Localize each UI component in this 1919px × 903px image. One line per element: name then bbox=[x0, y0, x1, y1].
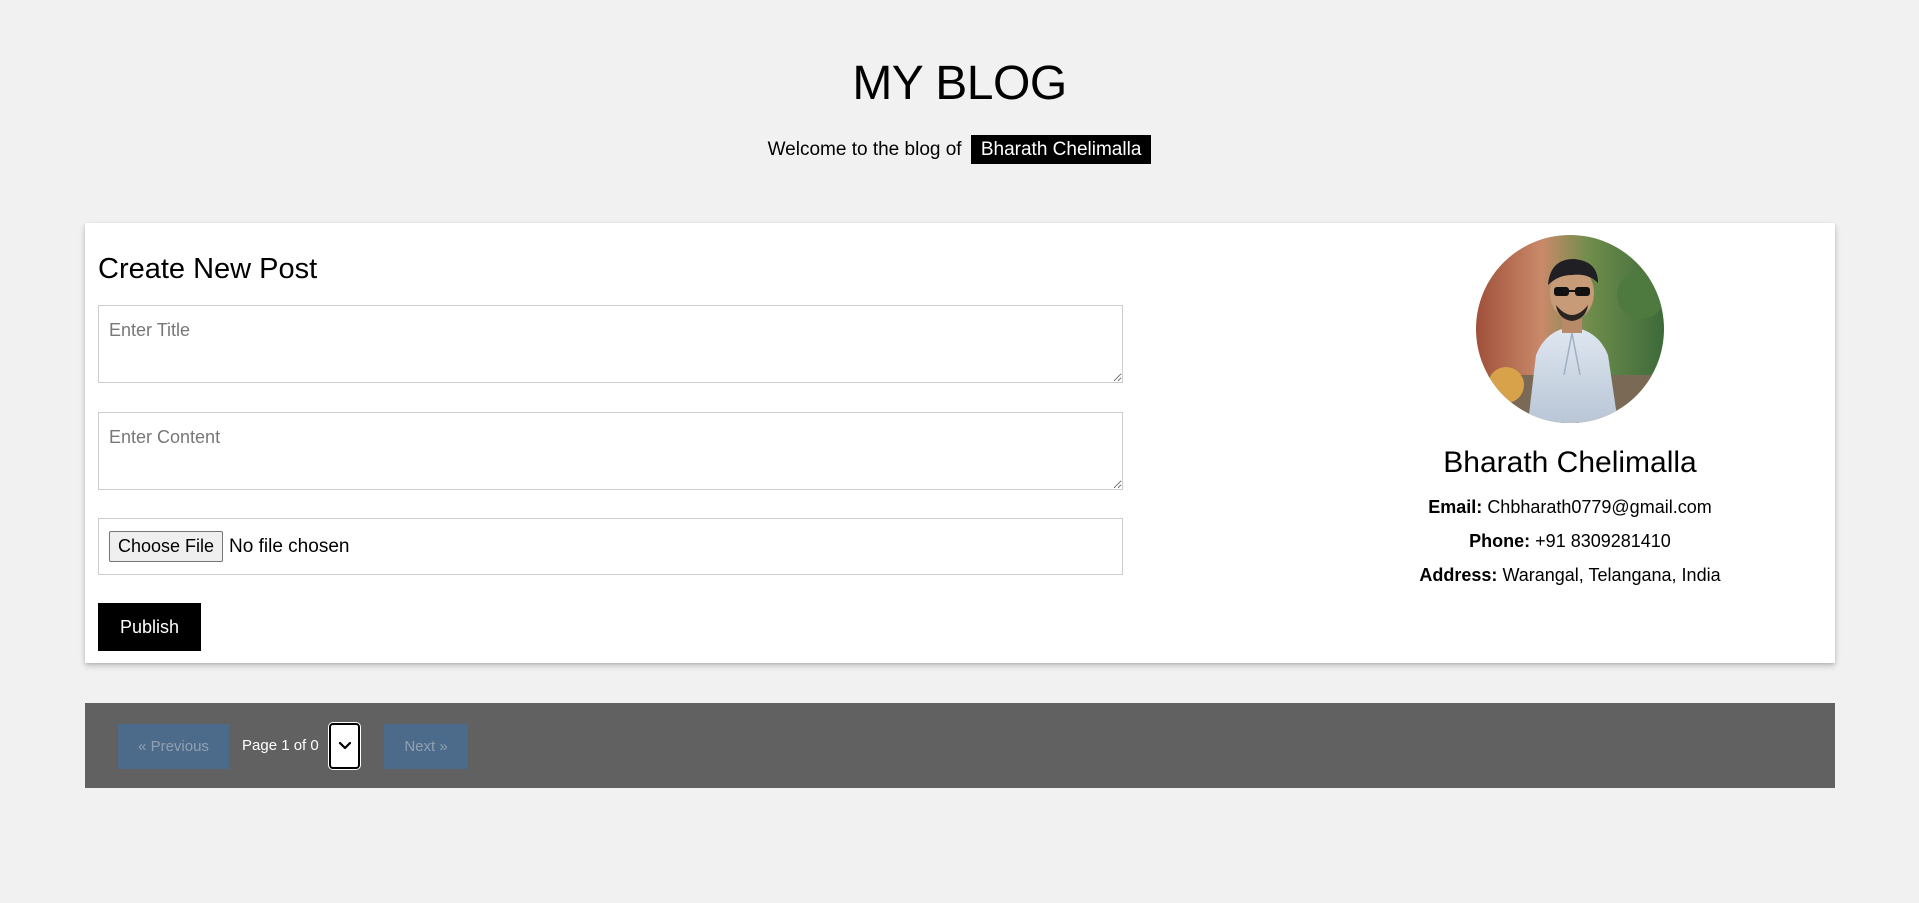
profile-email-row: Email: Chbharath0779@gmail.com bbox=[1250, 495, 1890, 519]
main-card: Create New Post Choose File No file chos… bbox=[85, 223, 1835, 663]
file-status-text: No file chosen bbox=[229, 535, 350, 557]
post-content-input[interactable] bbox=[98, 412, 1123, 490]
choose-file-button[interactable]: Choose File bbox=[109, 531, 224, 562]
welcome-text: Welcome to the blog of bbox=[767, 139, 962, 160]
welcome-line: Welcome to the blog of Bharath Chelimall… bbox=[0, 135, 1919, 165]
profile-address-row: Address: Warangal, Telangana, India bbox=[1250, 563, 1890, 587]
address-value: Warangal, Telangana, India bbox=[1502, 565, 1721, 585]
page-title: MY BLOG bbox=[852, 57, 1067, 110]
email-label: Email: bbox=[1428, 497, 1483, 517]
page-info: Page 1 of 0 bbox=[242, 737, 319, 754]
previous-page-button[interactable]: « Previous bbox=[118, 724, 229, 769]
chevron-down-icon bbox=[338, 741, 351, 750]
email-value: Chbharath0779@gmail.com bbox=[1487, 497, 1712, 517]
address-label: Address: bbox=[1419, 565, 1498, 585]
profile-phone-row: Phone: +91 8309281410 bbox=[1250, 529, 1890, 553]
next-page-button[interactable]: Next » bbox=[384, 724, 468, 769]
profile-name: Bharath Chelimalla bbox=[1443, 446, 1697, 479]
create-post-heading: Create New Post bbox=[98, 253, 318, 285]
avatar bbox=[1476, 235, 1664, 423]
avatar-photo bbox=[1476, 235, 1664, 423]
post-title-input[interactable] bbox=[98, 305, 1123, 383]
page-select[interactable] bbox=[329, 723, 360, 769]
phone-value: +91 8309281410 bbox=[1535, 531, 1671, 551]
publish-button[interactable]: Publish bbox=[98, 603, 201, 651]
file-input[interactable]: Choose File No file chosen bbox=[98, 518, 1123, 575]
pagination-bar: « Previous Page 1 of 0 Next » bbox=[85, 703, 1835, 788]
phone-label: Phone: bbox=[1469, 531, 1531, 551]
owner-name-badge: Bharath Chelimalla bbox=[970, 135, 1152, 164]
